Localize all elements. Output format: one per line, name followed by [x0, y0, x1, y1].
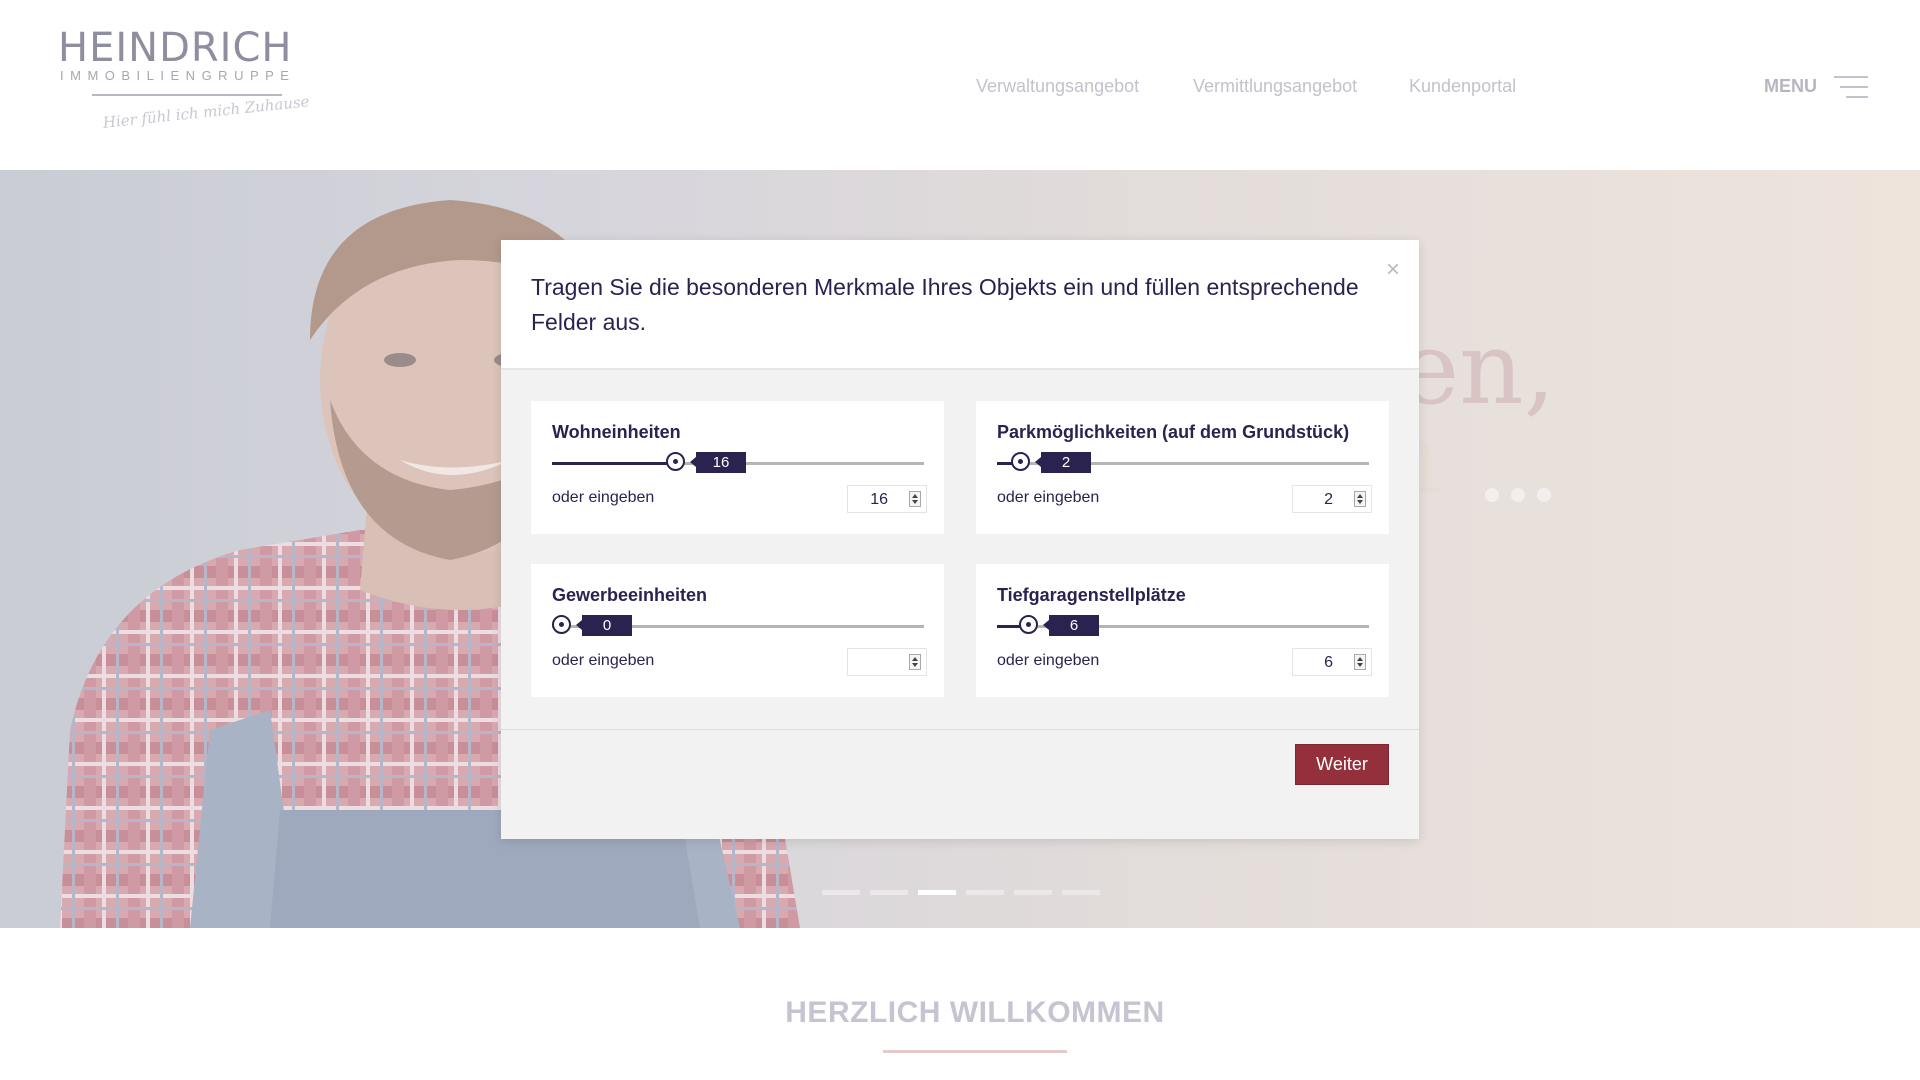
nav-link-verwaltungsangebot[interactable]: Verwaltungsangebot	[976, 76, 1139, 97]
nav-link-vermittlungsangebot[interactable]: Vermittlungsangebot	[1193, 76, 1357, 97]
field-label: Parkmöglichkeiten (auf dem Grundstück)	[997, 422, 1350, 442]
modal-footer-divider	[501, 729, 1419, 730]
field-label: Wohneinheiten	[552, 422, 681, 442]
or-enter-label: oder eingeben	[997, 652, 1100, 669]
slider-track[interactable]: 0	[552, 615, 924, 636]
menu-label[interactable]: MENU	[1764, 76, 1817, 97]
number-input-value: 2	[1324, 491, 1333, 508]
slider-track[interactable]: 2	[997, 452, 1369, 473]
site-header: HEINDRICH IMMOBILIENGRUPPE Hier fühl ich…	[0, 0, 1920, 170]
field-label: Tiefgaragenstellplätze	[997, 585, 1186, 605]
slider-value-tooltip: 6	[1043, 615, 1099, 636]
spinner-arrows-icon[interactable]	[1354, 491, 1366, 507]
or-enter-label: oder eingeben	[997, 489, 1100, 506]
logo-subtitle: IMMOBILIENGRUPPE	[60, 68, 296, 83]
slide-indicator-1[interactable]	[822, 890, 860, 895]
number-input[interactable]: 2	[1292, 485, 1372, 513]
number-input-value: 16	[870, 491, 888, 508]
slide-indicator-6[interactable]	[1062, 890, 1100, 895]
logo-tagline: Hier fühl ich mich Zuhause	[102, 92, 311, 132]
features-modal: Tragen Sie die besonderen Merkmale Ihres…	[501, 240, 1419, 839]
slider-value-tooltip: 0	[576, 615, 632, 636]
nav-link-kundenportal[interactable]: Kundenportal	[1409, 76, 1516, 97]
number-input[interactable]	[847, 648, 927, 676]
spinner-arrows-icon[interactable]	[1354, 654, 1366, 670]
number-input[interactable]: 6	[1292, 648, 1372, 676]
slider-track[interactable]: 16	[552, 452, 924, 473]
slider-value-tooltip: 2	[1035, 452, 1091, 473]
logo-name: HEINDRICH	[58, 25, 293, 71]
hamburger-menu-icon[interactable]	[1834, 76, 1868, 98]
welcome-underline	[883, 1050, 1067, 1053]
slider-value-tooltip: 16	[690, 452, 746, 473]
logo[interactable]: HEINDRICH IMMOBILIENGRUPPE Hier fühl ich…	[58, 26, 328, 146]
field-card-tiefgaragenstellplaetze: Tiefgaragenstellplätze 6 oder eingeben 6	[976, 564, 1389, 697]
modal-header: Tragen Sie die besonderen Merkmale Ihres…	[501, 240, 1419, 370]
slider-handle[interactable]	[552, 615, 571, 634]
slider-pagination	[822, 890, 1110, 908]
weiter-button[interactable]: Weiter	[1295, 744, 1389, 785]
close-icon[interactable]: ×	[1386, 258, 1400, 282]
slide-indicator-2[interactable]	[870, 890, 908, 895]
slider-handle[interactable]	[666, 452, 685, 471]
field-label: Gewerbeeinheiten	[552, 585, 708, 605]
slide-indicator-4[interactable]	[966, 890, 1004, 895]
slide-indicator-3[interactable]	[918, 890, 956, 895]
field-card-gewerbeeinheiten: Gewerbeeinheiten 0 oder eingeben	[531, 564, 944, 697]
slider-fill	[552, 462, 676, 465]
slide-indicator-5[interactable]	[1014, 890, 1052, 895]
slider-track[interactable]: 6	[997, 615, 1369, 636]
field-card-parkmoeglichkeiten: Parkmöglichkeiten (auf dem Grundstück) 2…	[976, 401, 1389, 534]
number-input-value: 6	[1324, 654, 1333, 671]
spinner-arrows-icon[interactable]	[909, 491, 921, 507]
or-enter-label: oder eingeben	[552, 652, 655, 669]
slider-handle[interactable]	[1019, 615, 1038, 634]
number-input[interactable]: 16	[847, 485, 927, 513]
field-card-wohneinheiten: Wohneinheiten 16 oder eingeben 16	[531, 401, 944, 534]
or-enter-label: oder eingeben	[552, 489, 655, 506]
slider-handle[interactable]	[1011, 452, 1030, 471]
modal-title: Tragen Sie die besonderen Merkmale Ihres…	[531, 274, 1359, 335]
hero-ellipsis	[1485, 488, 1563, 507]
logo-divider	[92, 94, 282, 96]
spinner-arrows-icon[interactable]	[909, 654, 921, 670]
welcome-heading: HERZLICH WILLKOMMEN	[785, 996, 1165, 1029]
